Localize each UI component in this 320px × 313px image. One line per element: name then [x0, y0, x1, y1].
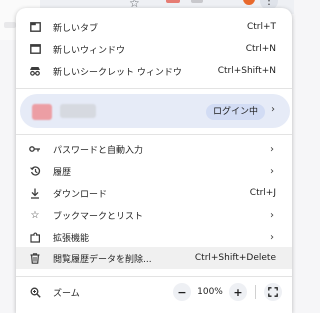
bookmarks-label: ブックマークとリスト	[53, 211, 144, 222]
fullscreen-icon	[268, 287, 278, 297]
menu-item-downloads[interactable]: ダウンロード Ctrl+J	[16, 183, 292, 203]
download-icon	[28, 186, 42, 200]
key-icon	[28, 142, 42, 156]
extension-icon	[28, 230, 42, 244]
zoom-out-button[interactable]: −	[173, 283, 191, 301]
fullscreen-button[interactable]	[264, 283, 282, 301]
profile-avatar-blurred	[32, 104, 52, 120]
tab-icon	[28, 20, 42, 34]
downloads-shortcut: Ctrl+J	[249, 188, 276, 198]
menu-item-new-tab[interactable]: 新しいタブ Ctrl+T	[16, 17, 292, 37]
incognito-icon	[28, 64, 42, 78]
menu-item-history[interactable]: 履歴 ›	[16, 161, 292, 181]
chevron-right-icon: ›	[270, 231, 274, 243]
new-window-label: 新しいウィンドウ	[53, 45, 126, 56]
chevron-right-icon: ›	[270, 143, 274, 155]
menu-divider	[16, 134, 292, 135]
menu-divider	[16, 276, 292, 277]
menu-item-zoom: ズーム − 100% +	[16, 282, 292, 302]
login-status-badge: ログイン中	[206, 104, 266, 120]
new-tab-label: 新しいタブ	[53, 23, 99, 34]
zoom-controls: − 100% +	[173, 282, 282, 302]
menu-item-new-incognito[interactable]: 新しいシークレット ウィンドウ Ctrl+Shift+N	[16, 61, 292, 81]
chevron-right-icon: ›	[270, 209, 274, 221]
passwords-label: パスワードと自動入力	[53, 145, 144, 156]
zoom-label: ズーム	[53, 288, 80, 299]
new-incognito-shortcut: Ctrl+Shift+N	[217, 66, 276, 76]
trash-icon	[28, 251, 42, 265]
history-icon	[28, 164, 42, 178]
menu-item-passwords[interactable]: パスワードと自動入力 ›	[16, 139, 292, 159]
menu-item-new-window[interactable]: 新しいウィンドウ Ctrl+N	[16, 39, 292, 59]
clear-data-label: 閲覧履歴データを削除...	[53, 254, 152, 265]
zoom-level: 100%	[197, 287, 223, 297]
faint-page-element	[4, 22, 16, 28]
new-tab-shortcut: Ctrl+T	[246, 22, 276, 32]
profile-row[interactable]: ログイン中 ›	[20, 94, 290, 128]
profile-name-blurred	[60, 104, 96, 118]
history-label: 履歴	[53, 167, 72, 178]
star-icon: ☆	[30, 209, 40, 221]
chevron-right-icon: ›	[270, 165, 274, 177]
zoom-separator	[255, 285, 256, 299]
chrome-main-menu: 新しいタブ Ctrl+T 新しいウィンドウ Ctrl+N 新しいシークレット ウ…	[16, 8, 292, 313]
menu-item-bookmarks[interactable]: ☆ ブックマークとリスト ›	[16, 205, 292, 225]
extensions-label: 拡張機能	[53, 233, 90, 244]
zoom-icon	[28, 285, 42, 299]
zoom-in-button[interactable]: +	[229, 283, 247, 301]
downloads-label: ダウンロード	[53, 189, 108, 200]
new-incognito-label: 新しいシークレット ウィンドウ	[53, 67, 182, 78]
window-icon	[28, 42, 42, 56]
extension-icon-red[interactable]	[166, 0, 180, 3]
chevron-right-icon: ›	[271, 104, 275, 115]
clear-data-shortcut: Ctrl+Shift+Delete	[194, 253, 276, 263]
menu-item-clear-browsing-data[interactable]: 閲覧履歴データを削除... Ctrl+Shift+Delete	[16, 247, 292, 269]
profile-avatar[interactable]	[243, 0, 255, 5]
new-window-shortcut: Ctrl+N	[245, 44, 276, 54]
extension-icon-grey[interactable]	[191, 0, 203, 3]
menu-item-extensions[interactable]: 拡張機能 ›	[16, 227, 292, 247]
menu-divider	[16, 88, 292, 89]
